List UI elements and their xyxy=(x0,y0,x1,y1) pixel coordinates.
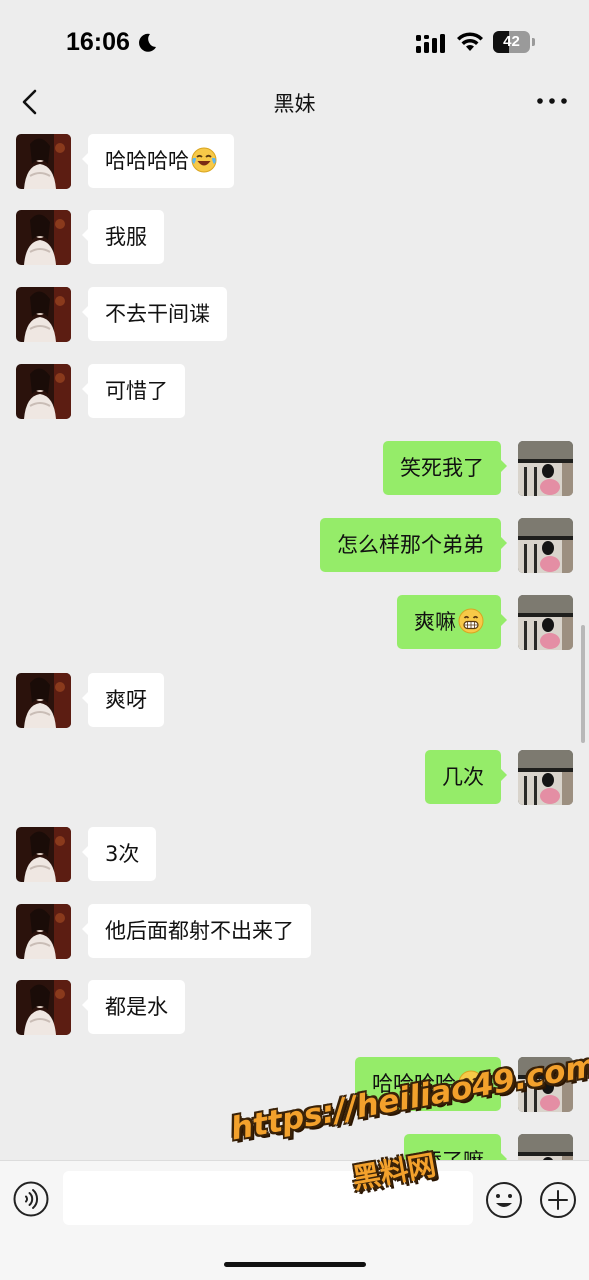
tears-of-joy-emoji-icon xyxy=(191,139,217,173)
incoming-message: 哈哈哈哈 xyxy=(0,134,589,190)
message-text: 爽呀 xyxy=(105,688,147,712)
my-avatar[interactable] xyxy=(518,441,573,496)
chat-header: 黑妹 xyxy=(0,76,589,128)
message-text: 3次 xyxy=(105,842,140,866)
my-avatar[interactable] xyxy=(518,518,573,573)
message-bubble[interactable]: 3次 xyxy=(81,827,157,881)
wifi-icon xyxy=(457,32,483,51)
message-bubble[interactable]: 我服 xyxy=(82,210,164,264)
message-bubble[interactable]: 爽呀 xyxy=(82,673,164,727)
emoji-icon[interactable] xyxy=(485,1181,523,1219)
outgoing-message: 爽嘛 xyxy=(0,595,589,651)
message-text: 我服 xyxy=(105,225,147,249)
outgoing-message: 怎么样那个弟弟 xyxy=(0,518,589,574)
message-text: 怎么样那个弟弟 xyxy=(337,533,484,557)
battery-level: 42 xyxy=(503,33,520,50)
status-bar: 16:06 42 xyxy=(0,0,589,84)
message-bubble[interactable]: 他后面都射不出来了 xyxy=(82,904,311,958)
contact-avatar[interactable] xyxy=(16,904,71,959)
plus-icon[interactable] xyxy=(539,1181,577,1219)
message-bubble[interactable]: 可惜了 xyxy=(82,364,185,418)
message-text: 笑死我了 xyxy=(400,456,484,480)
incoming-message: 我服 xyxy=(0,210,589,266)
incoming-message: 3次 xyxy=(0,827,589,883)
contact-avatar[interactable] xyxy=(16,980,71,1035)
message-bubble[interactable]: 哈哈哈哈 xyxy=(82,134,234,188)
chat-title: 黑妹 xyxy=(273,92,316,116)
message-list[interactable]: 哈哈哈哈我服不去干间谍可惜了笑死我了怎么样那个弟弟爽嘛爽呀几次 3次他后面都射不出… xyxy=(0,128,589,1160)
message-text: 都是水 xyxy=(105,995,168,1019)
message-bubble[interactable]: 不去干间谍 xyxy=(82,287,227,341)
scrollbar[interactable] xyxy=(581,625,585,743)
message-bubble[interactable]: 怎么样那个弟弟 xyxy=(320,518,507,572)
contact-avatar[interactable] xyxy=(16,134,71,189)
voice-icon[interactable] xyxy=(13,1181,49,1217)
message-bubble[interactable]: 都是水 xyxy=(82,980,185,1034)
message-text: 爽嘛 xyxy=(414,610,456,634)
contact-avatar[interactable] xyxy=(16,210,71,265)
moon-icon xyxy=(139,33,156,52)
incoming-message: 都是水 xyxy=(0,980,589,1036)
my-avatar[interactable] xyxy=(518,750,573,805)
incoming-message: 爽呀 xyxy=(0,673,589,729)
contact-avatar[interactable] xyxy=(16,673,71,728)
message-text: 可惜了 xyxy=(105,379,168,403)
contact-avatar[interactable] xyxy=(16,287,71,342)
outgoing-message: 笑死我了 xyxy=(0,441,589,497)
incoming-message: 他后面都射不出来了 xyxy=(0,904,589,960)
message-bubble[interactable]: 笑死我了 xyxy=(383,441,507,495)
contact-avatar[interactable] xyxy=(16,827,71,882)
more-dots-icon[interactable] xyxy=(532,88,572,114)
message-text: 哈哈哈哈 xyxy=(105,149,189,173)
incoming-message: 可惜了 xyxy=(0,364,589,420)
message-bubble[interactable]: 爽嘛 xyxy=(397,595,507,649)
outgoing-message: 舔了嘛 xyxy=(0,1134,589,1160)
contact-avatar[interactable] xyxy=(16,364,71,419)
my-avatar[interactable] xyxy=(518,595,573,650)
message-bubble[interactable]: 几次 xyxy=(425,750,507,804)
incoming-message: 不去干间谍 xyxy=(0,287,589,343)
message-text: 几次 xyxy=(442,765,484,789)
message-text: 不去干间谍 xyxy=(105,302,210,326)
status-time: 16:06 xyxy=(66,28,130,56)
message-text: 他后面都射不出来了 xyxy=(105,919,294,943)
my-avatar[interactable] xyxy=(518,1134,573,1160)
grin-emoji-icon xyxy=(458,600,484,634)
battery-icon: 42 xyxy=(493,31,535,53)
outgoing-message: 几次 xyxy=(0,750,589,806)
home-indicator xyxy=(224,1262,366,1267)
signal-icon xyxy=(416,34,445,53)
